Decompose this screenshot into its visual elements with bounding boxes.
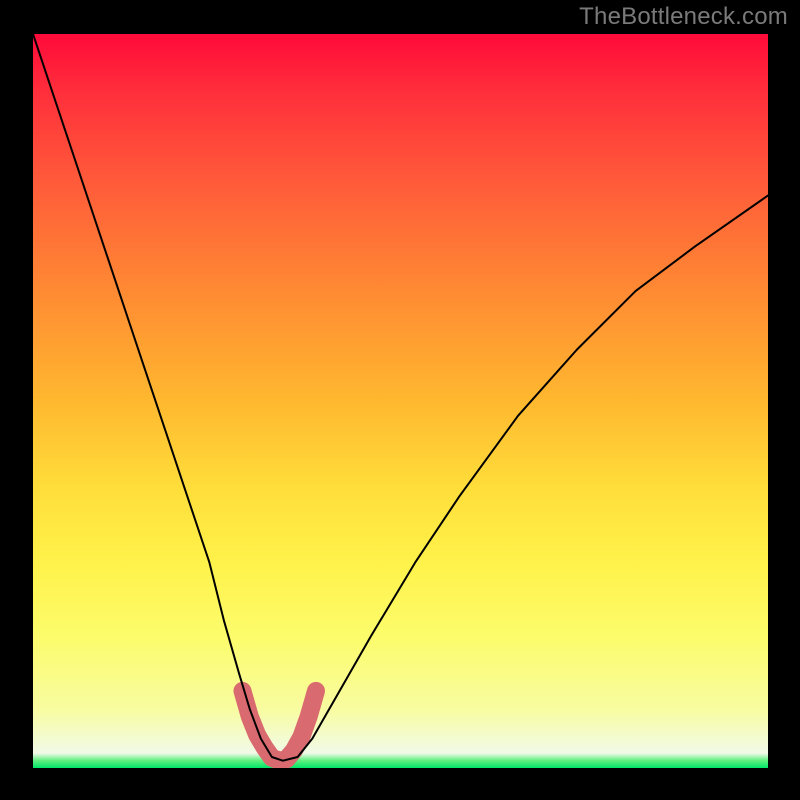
watermark-text: TheBottleneck.com — [579, 3, 788, 31]
bottleneck-curve-path — [33, 34, 768, 761]
highlight-u-path — [242, 691, 316, 761]
curve-svg — [33, 34, 768, 768]
plot-area — [33, 34, 768, 768]
chart-frame: TheBottleneck.com — [0, 0, 800, 800]
